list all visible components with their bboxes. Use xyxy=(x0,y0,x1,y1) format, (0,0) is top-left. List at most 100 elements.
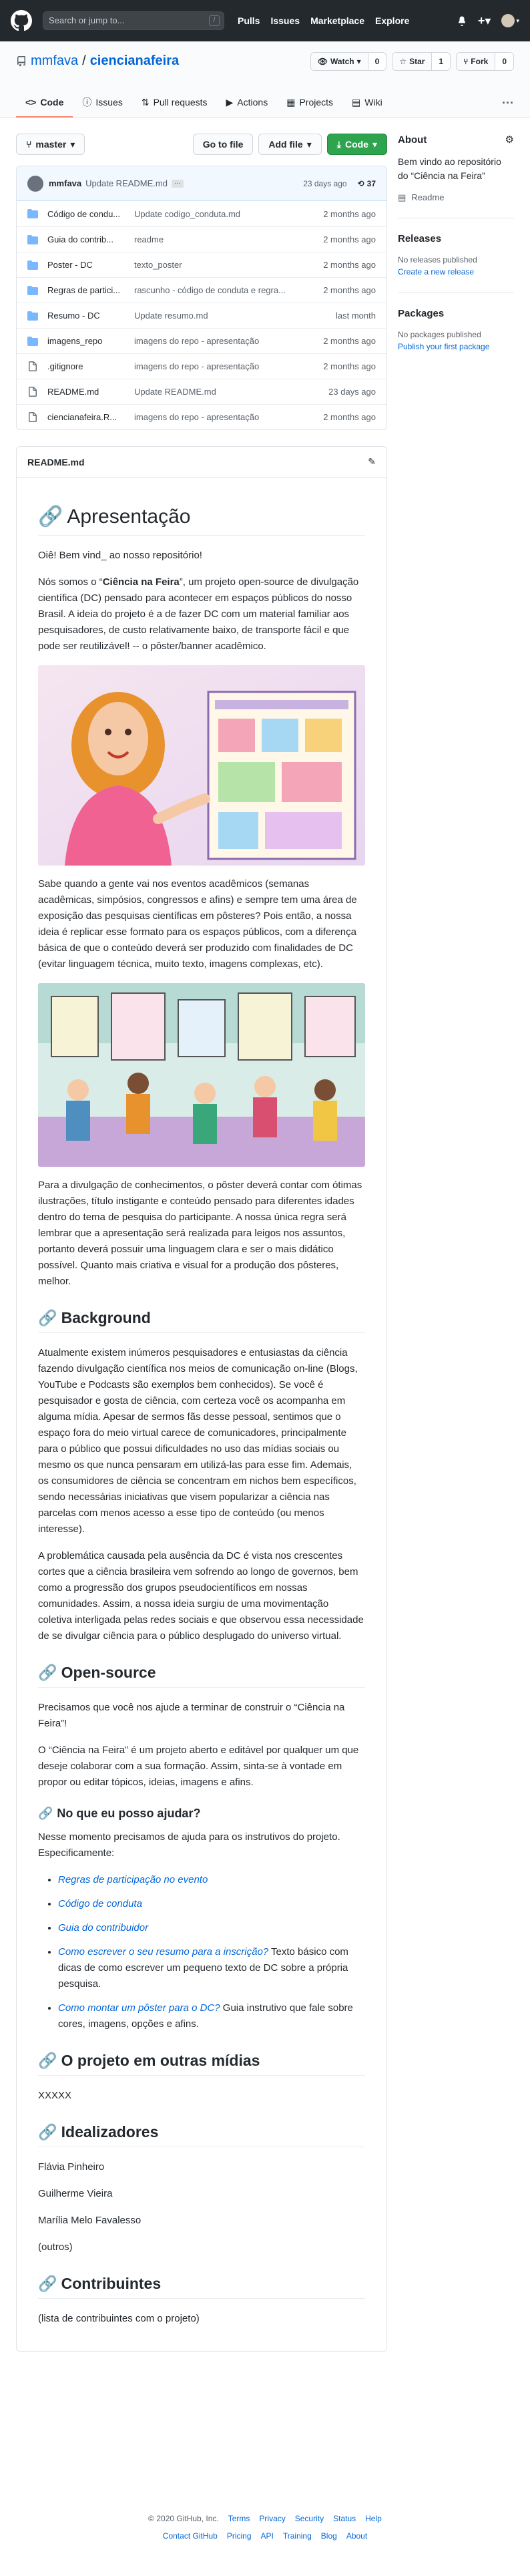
branch-select[interactable]: ⑂ master ▾ xyxy=(16,134,85,155)
help-link[interactable]: Código de conduta xyxy=(58,1898,142,1909)
search-input[interactable]: Search or jump to... / xyxy=(43,11,224,30)
fork-count[interactable]: 0 xyxy=(495,53,513,70)
paragraph-poster: Para a divulgação de conhecimentos, o pô… xyxy=(38,1179,362,1287)
file-commit-message[interactable]: Update README.md xyxy=(134,387,316,397)
watch-button[interactable]: 👁 Watch ▾ 0 xyxy=(310,52,387,71)
footer-link[interactable]: API xyxy=(261,2527,274,2545)
anchor-link-icon[interactable]: 🔗 xyxy=(38,1662,57,1683)
help-link[interactable]: Como montar um pôster para o DC? xyxy=(58,2002,220,2014)
file-commit-message[interactable]: Update resumo.md xyxy=(134,311,316,321)
add-file-button[interactable]: Add file ▾ xyxy=(258,134,322,155)
footer-link[interactable]: About xyxy=(346,2527,367,2545)
repo-owner-link[interactable]: mmfava xyxy=(31,53,78,69)
heading-text: Open-source xyxy=(61,1664,156,1681)
gear-icon[interactable]: ⚙ xyxy=(505,134,514,146)
file-row[interactable]: Resumo - DC Update resumo.md last month xyxy=(17,303,386,328)
footer-link[interactable]: Pricing xyxy=(227,2527,252,2545)
file-row[interactable]: ciencianafeira.R... imagens do repo - apr… xyxy=(17,404,386,429)
file-name[interactable]: Regras de partici... xyxy=(47,285,134,295)
anchor-link-icon[interactable]: 🔗 xyxy=(38,504,63,530)
file-commit-message[interactable]: texto_poster xyxy=(134,260,316,270)
anchor-link-icon[interactable]: 🔗 xyxy=(38,2050,57,2071)
file-commit-message[interactable]: imagens do repo - apresentação xyxy=(134,336,316,346)
file-commit-message[interactable]: readme xyxy=(134,234,316,244)
file-icon xyxy=(29,411,37,422)
bell-icon[interactable] xyxy=(457,15,467,26)
anchor-link-icon[interactable]: 🔗 xyxy=(38,1307,57,1328)
commit-message[interactable]: Update README.md xyxy=(85,178,168,188)
publish-package-link[interactable]: Publish your first package xyxy=(398,342,489,351)
anchor-link-icon[interactable]: 🔗 xyxy=(38,2273,57,2294)
file-row[interactable]: Código de condu... Update codigo_conduta.… xyxy=(17,201,386,226)
avatar[interactable]: ▾ xyxy=(501,14,519,27)
help-link[interactable]: Como escrever o seu resumo para a inscri… xyxy=(58,1946,268,1958)
code-button[interactable]: ⤓ Code ▾ xyxy=(326,134,387,155)
folder-icon xyxy=(27,336,38,346)
file-name[interactable]: README.md xyxy=(47,387,134,397)
author-avatar[interactable] xyxy=(27,175,43,192)
nav-pulls[interactable]: Pulls xyxy=(238,15,260,26)
watch-count[interactable]: 0 xyxy=(367,53,386,70)
tab-projects[interactable]: ▦ Projects xyxy=(277,88,342,118)
file-row[interactable]: imagens_repo imagens do repo - apresentaç… xyxy=(17,328,386,353)
tab-wiki[interactable]: ▤ Wiki xyxy=(342,88,392,118)
packages-title[interactable]: Packages xyxy=(398,308,514,319)
file-name[interactable]: Código de condu... xyxy=(47,209,134,219)
heading-text: Apresentação xyxy=(67,506,191,528)
create-release-link[interactable]: Create a new release xyxy=(398,267,474,277)
fork-button[interactable]: ⑂ Fork 0 xyxy=(456,52,514,71)
footer-link[interactable]: Blog xyxy=(321,2527,337,2545)
github-logo-icon[interactable] xyxy=(11,10,32,31)
illustration-poster-fair-image xyxy=(38,983,365,1167)
file-name[interactable]: Poster - DC xyxy=(47,260,134,270)
anchor-link-icon[interactable]: 🔗 xyxy=(38,2121,57,2143)
tab-actions[interactable]: ▶ Actions xyxy=(217,88,278,118)
create-new-icon[interactable]: +▾ xyxy=(478,14,491,28)
file-row[interactable]: .gitignore imagens do repo - apresentação… xyxy=(17,353,386,379)
file-commit-message[interactable]: rascunho - código de conduta e regra... xyxy=(134,285,316,295)
help-link[interactable]: Regras de participação no evento xyxy=(58,1874,208,1885)
footer-link[interactable]: Privacy xyxy=(259,2510,285,2527)
footer-link[interactable]: Status xyxy=(333,2510,356,2527)
file-commit-message[interactable]: imagens do repo - apresentação xyxy=(134,361,316,371)
help-link[interactable]: Guia do contribuidor xyxy=(58,1922,148,1934)
go-to-file-button[interactable]: Go to file xyxy=(192,134,254,155)
footer-link[interactable]: Help xyxy=(365,2510,382,2527)
star-button[interactable]: ☆ Star 1 xyxy=(392,52,451,71)
footer-link[interactable]: Security xyxy=(295,2510,324,2527)
file-row[interactable]: Regras de partici... rascunho - código de… xyxy=(17,277,386,303)
repo-name-link[interactable]: ciencianafeira xyxy=(90,53,179,69)
readme-body: 🔗 Apresentação Oiê! Bem vind_ ao nosso re… xyxy=(17,478,386,2351)
footer-link[interactable]: Terms xyxy=(228,2510,250,2527)
tabs-more-button[interactable]: ··· xyxy=(502,88,514,118)
tab-code-label: Code xyxy=(40,97,64,108)
file-row[interactable]: README.md Update README.md 23 days ago xyxy=(17,379,386,404)
tab-issues[interactable]: ⓘ Issues xyxy=(73,88,131,118)
nav-marketplace[interactable]: Marketplace xyxy=(310,15,364,26)
file-commit-message[interactable]: imagens do repo - apresentação xyxy=(134,412,316,422)
file-commit-message[interactable]: Update codigo_conduta.md xyxy=(134,209,316,219)
commit-expand-button[interactable]: ··· xyxy=(171,179,184,188)
file-name[interactable]: imagens_repo xyxy=(47,336,134,346)
file-name[interactable]: .gitignore xyxy=(47,361,134,371)
readme-link[interactable]: ▤ Readme xyxy=(398,192,514,203)
footer-link[interactable]: Training xyxy=(283,2527,312,2545)
file-name[interactable]: ciencianafeira.R... xyxy=(47,412,134,422)
tab-pull-requests[interactable]: ⇅ Pull requests xyxy=(132,88,217,118)
anchor-link-icon[interactable]: 🔗 xyxy=(38,1805,53,1821)
footer-link[interactable]: Contact GitHub xyxy=(163,2527,218,2545)
file-row[interactable]: Guia do contrib... readme 2 months ago xyxy=(17,226,386,252)
commit-time[interactable]: 23 days ago xyxy=(303,179,346,188)
nav-explore[interactable]: Explore xyxy=(375,15,409,26)
commit-history-link[interactable]: ⟲ 37 xyxy=(358,179,376,188)
pencil-icon[interactable]: ✎ xyxy=(368,456,376,468)
nav-issues[interactable]: Issues xyxy=(270,15,300,26)
releases-title[interactable]: Releases xyxy=(398,233,514,244)
idealizer-name: Guilherme Vieira xyxy=(38,2188,113,2199)
tab-code[interactable]: <> Code xyxy=(16,88,73,118)
file-name[interactable]: Guia do contrib... xyxy=(47,234,134,244)
star-count[interactable]: 1 xyxy=(431,53,451,70)
file-name[interactable]: Resumo - DC xyxy=(47,311,134,321)
file-row[interactable]: Poster - DC texto_poster 2 months ago xyxy=(17,252,386,277)
commit-author[interactable]: mmfava xyxy=(49,178,81,188)
